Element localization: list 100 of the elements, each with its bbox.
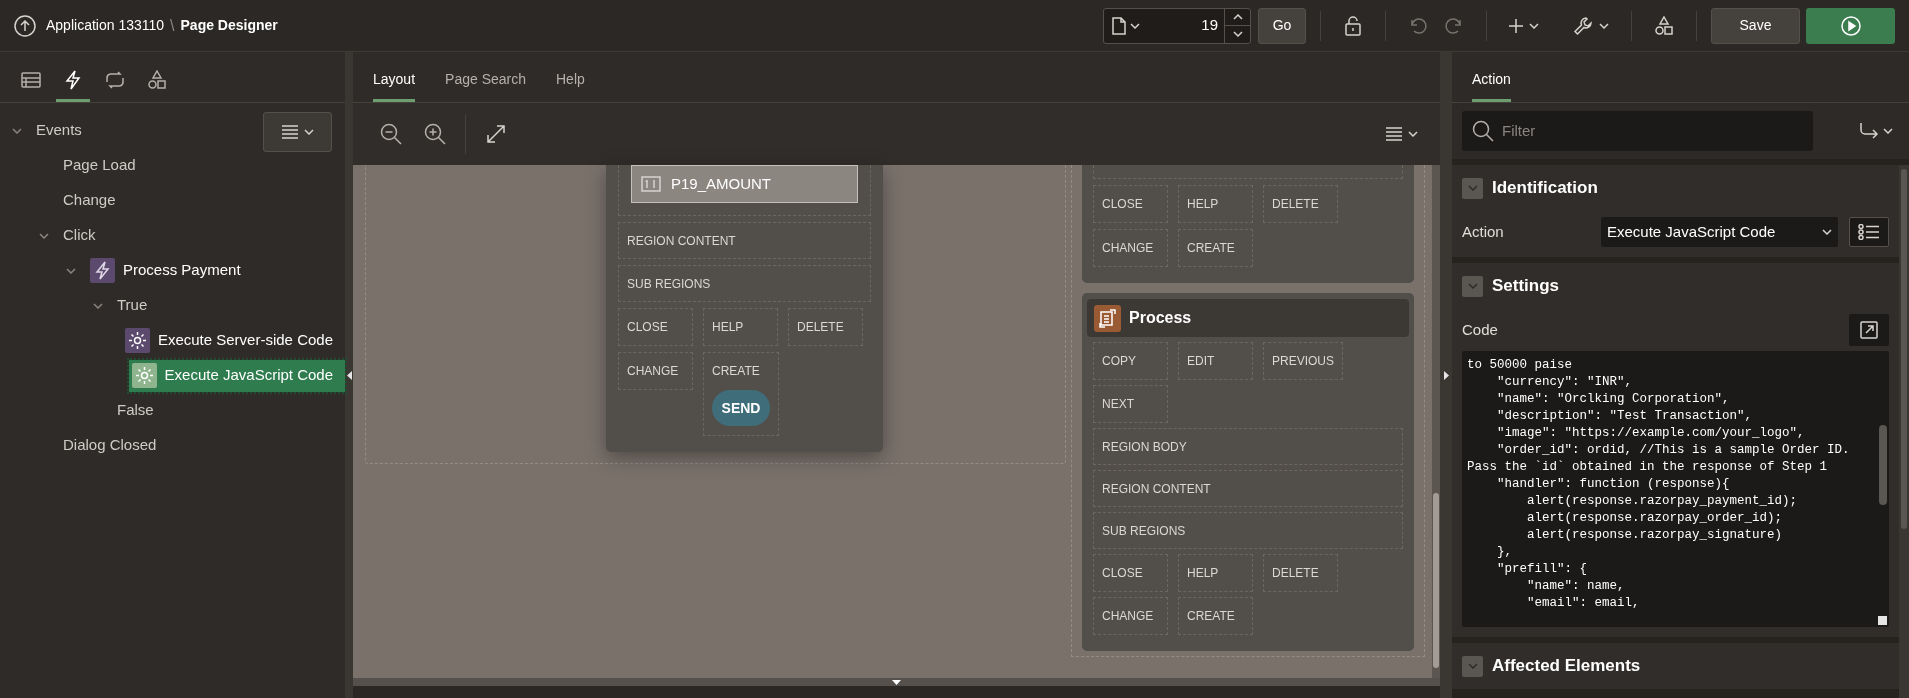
action-select[interactable]: Execute JavaScript Code bbox=[1600, 217, 1839, 247]
chevron-icon[interactable] bbox=[66, 267, 76, 274]
caret-up-icon bbox=[1232, 13, 1243, 20]
list-button[interactable] bbox=[1849, 217, 1889, 247]
position-label: CHANGE bbox=[627, 364, 680, 378]
caret-icon bbox=[1883, 128, 1893, 134]
code-line: "email": email, bbox=[1526, 595, 1641, 612]
caret-icon bbox=[1529, 22, 1539, 29]
page-selector[interactable]: 19 bbox=[1103, 7, 1251, 44]
send-button[interactable]: SEND bbox=[712, 390, 770, 426]
code-line: "image": "https://example.com/your_logo", bbox=[1496, 425, 1806, 442]
caret-icon bbox=[1822, 229, 1833, 235]
position-label: DELETE bbox=[1272, 566, 1320, 580]
resize-handle[interactable] bbox=[1878, 616, 1887, 625]
position-label: SUB REGIONS bbox=[627, 276, 711, 291]
position-label: HELP bbox=[712, 320, 745, 334]
redo-icon bbox=[1444, 15, 1464, 36]
filter-field[interactable]: Filter bbox=[1462, 111, 1813, 151]
code-line: Pass the `id` obtained in the response of Step 1 bbox=[1467, 459, 1829, 476]
position-label: DELETE bbox=[1272, 197, 1320, 211]
section-toggle[interactable] bbox=[1462, 655, 1483, 677]
code-line: to 50000 paise bbox=[1467, 357, 1574, 374]
lightning-icon bbox=[90, 258, 115, 283]
tree-item[interactable]: False bbox=[117, 394, 166, 427]
scrollbar-thumb[interactable] bbox=[1901, 169, 1907, 529]
tree-menu-button[interactable] bbox=[263, 112, 332, 152]
section-title: Affected Elements bbox=[1492, 655, 1641, 678]
chevron-icon[interactable] bbox=[39, 232, 49, 239]
tree-item[interactable]: Page Load bbox=[63, 149, 148, 182]
open-editor-button[interactable] bbox=[1849, 314, 1889, 346]
chevron-icon[interactable] bbox=[12, 127, 22, 134]
position-label: COPY bbox=[1102, 354, 1137, 368]
tree-item[interactable]: Change bbox=[63, 184, 128, 217]
gear-icon bbox=[131, 363, 157, 388]
section-title: Identification bbox=[1492, 177, 1598, 200]
position-label: SUB REGIONS bbox=[1102, 523, 1186, 538]
tree-item[interactable]: Events bbox=[36, 114, 94, 147]
chevron-icon bbox=[1467, 663, 1478, 669]
application-link[interactable]: Application 133110 bbox=[46, 15, 165, 36]
page-number-field[interactable]: 19 bbox=[1148, 14, 1218, 37]
page-item[interactable]: P19_AMOUNT bbox=[631, 165, 858, 203]
expand-down-icon[interactable] bbox=[892, 680, 901, 685]
zoom-in-icon bbox=[424, 123, 446, 145]
gear-icon bbox=[124, 328, 150, 353]
save-button[interactable]: Save bbox=[1711, 7, 1800, 44]
chevron-icon bbox=[1467, 283, 1478, 289]
scrollbar-thumb[interactable] bbox=[1433, 493, 1439, 668]
section-toggle[interactable] bbox=[1462, 275, 1483, 297]
tree-item[interactable]: True bbox=[117, 289, 160, 322]
go-to-group-button[interactable] bbox=[1859, 121, 1893, 141]
menu-icon bbox=[281, 125, 298, 139]
position-label: HELP bbox=[1187, 566, 1220, 580]
filter-input[interactable]: Filter bbox=[1502, 119, 1792, 143]
code-line: "order_id": ordid, //This is a sample Order ID. bbox=[1496, 442, 1851, 459]
code-line: alert(response.razorpay_order_id); bbox=[1526, 510, 1784, 527]
position-label: CREATE bbox=[712, 364, 761, 378]
code-editor[interactable] bbox=[1462, 351, 1889, 627]
position-label: EDIT bbox=[1187, 354, 1216, 368]
caret-icon bbox=[1232, 31, 1243, 38]
caret-icon bbox=[1599, 22, 1609, 29]
field-label: Action bbox=[1462, 221, 1505, 242]
position-label: CREATE bbox=[1187, 609, 1236, 623]
code-line: "description": "Test Transaction", bbox=[1496, 408, 1754, 425]
zoom-out-icon bbox=[380, 123, 402, 145]
position-label: NEXT bbox=[1102, 397, 1135, 411]
code-line: "prefill": { bbox=[1496, 561, 1589, 578]
list-icon bbox=[1858, 224, 1881, 240]
tree-item[interactable]: Process Payment bbox=[90, 254, 253, 287]
code-line: }, bbox=[1496, 544, 1513, 561]
plus-icon bbox=[1509, 18, 1523, 33]
search-icon bbox=[1472, 120, 1494, 142]
go-button[interactable]: Go bbox=[1258, 7, 1306, 44]
tree-item[interactable]: Execute Server-side Code bbox=[124, 324, 345, 357]
tree-item[interactable]: Execute JavaScript Code bbox=[128, 359, 345, 392]
field-label: Code bbox=[1462, 319, 1498, 340]
region-title: Process bbox=[1129, 308, 1192, 328]
shapes-icon bbox=[1654, 15, 1674, 36]
page-icon bbox=[1112, 16, 1126, 35]
tree-item[interactable]: Dialog Closed bbox=[63, 429, 169, 462]
lightning-icon bbox=[63, 69, 83, 90]
panel-tab[interactable]: Action bbox=[1472, 60, 1511, 102]
section-toggle[interactable] bbox=[1462, 177, 1483, 199]
open-external-icon bbox=[1860, 321, 1878, 339]
scrollbar-thumb[interactable] bbox=[1879, 425, 1887, 505]
section-title: Settings bbox=[1492, 275, 1560, 298]
number-field-icon bbox=[641, 176, 661, 192]
tree-item[interactable]: Click bbox=[63, 219, 108, 252]
page-title: Page Designer bbox=[180, 16, 278, 35]
code-line: alert(response.razorpay_payment_id); bbox=[1526, 493, 1799, 510]
collapse-handle-icon[interactable] bbox=[1443, 370, 1449, 380]
code-line: "name": name, bbox=[1526, 578, 1626, 595]
layout-icon bbox=[21, 69, 41, 90]
run-button[interactable] bbox=[1806, 7, 1895, 44]
cycle-arrows-icon bbox=[105, 69, 125, 90]
editor-tab[interactable]: Help bbox=[556, 60, 585, 102]
editor-tab[interactable]: Page Search bbox=[445, 60, 526, 102]
position-label: REGION CONTENT bbox=[627, 233, 736, 248]
breadcrumb-separator: \ bbox=[170, 15, 175, 36]
chevron-icon[interactable] bbox=[93, 302, 103, 309]
position-label: DELETE bbox=[797, 320, 845, 334]
